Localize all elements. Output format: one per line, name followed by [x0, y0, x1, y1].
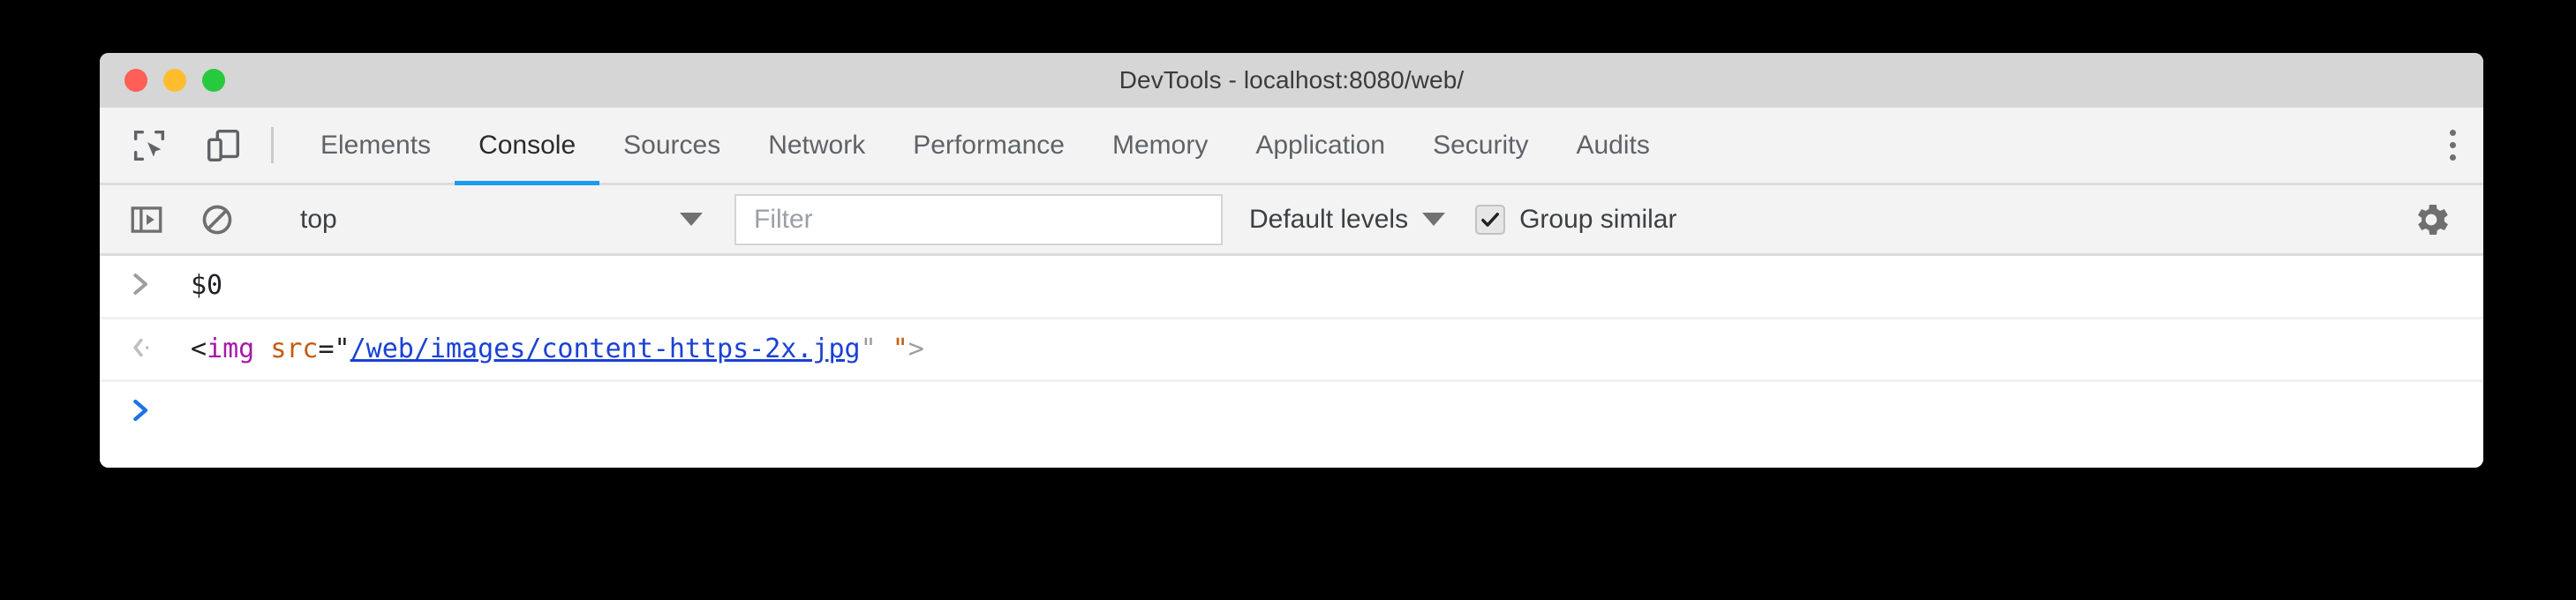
- inspect-element-icon[interactable]: [124, 121, 174, 170]
- tab-list: Elements Console Sources Network Perform…: [297, 108, 2419, 185]
- console-toolbar-icons: [124, 198, 260, 242]
- token-attr-quote: ": [892, 333, 908, 364]
- token-open-bracket: <: [191, 333, 207, 364]
- tabbar-divider: [271, 127, 274, 163]
- tabbar-right: [2419, 108, 2483, 183]
- console-result-arrow-icon: [100, 332, 167, 361]
- console-prompt-icon: [100, 268, 167, 297]
- tab-network[interactable]: Network: [744, 108, 889, 183]
- group-similar-toggle[interactable]: Group similar: [1475, 204, 1677, 235]
- token-attr-name: src: [270, 333, 319, 364]
- tab-label: Audits: [1576, 130, 1650, 160]
- console-input-text: $0: [191, 270, 223, 301]
- tab-application[interactable]: Application: [1232, 108, 1409, 183]
- console-output[interactable]: $0 <img src="/web/images/content-https-2…: [100, 256, 2483, 468]
- resource-link[interactable]: /web/images/content-https-2x.jpg: [350, 334, 861, 364]
- minimize-button[interactable]: [163, 69, 186, 92]
- console-result-text: <img src="/web/images/content-https-2x.j…: [167, 332, 924, 368]
- chevron-down-icon: [680, 213, 703, 226]
- console-new-prompt-line[interactable]: [100, 382, 2483, 442]
- group-similar-label: Group similar: [1519, 204, 1677, 234]
- gear-icon[interactable]: [2402, 191, 2460, 249]
- traffic-lights: [124, 69, 225, 92]
- tab-label: Memory: [1111, 130, 1209, 160]
- execution-context-value: top: [300, 204, 337, 234]
- tab-label: Performance: [913, 130, 1065, 160]
- search-input[interactable]: [754, 204, 1203, 235]
- tab-audits[interactable]: Audits: [1552, 108, 1673, 183]
- zoom-button[interactable]: [202, 69, 225, 92]
- console-result-line[interactable]: <img src="/web/images/content-https-2x.j…: [100, 319, 2483, 382]
- window-title: DevTools - localhost:8080/web/: [1119, 66, 1465, 94]
- tab-security[interactable]: Security: [1409, 108, 1552, 183]
- device-toolbar-icon[interactable]: [199, 121, 248, 170]
- tab-label: Elements: [320, 130, 432, 160]
- console-sidebar-icon[interactable]: [124, 198, 169, 242]
- token-tag-name: img: [207, 333, 255, 364]
- tab-elements[interactable]: Elements: [297, 108, 455, 183]
- token-equals-quote: =": [318, 333, 350, 364]
- console-toolbar: top Default levels Group similar: [100, 185, 2483, 256]
- tab-label: Sources: [623, 130, 721, 160]
- tab-label: Security: [1433, 130, 1529, 160]
- checkbox-icon[interactable]: [1475, 204, 1506, 235]
- tab-performance[interactable]: Performance: [889, 108, 1088, 183]
- more-vertical-icon[interactable]: [2422, 107, 2483, 184]
- tab-label: Application: [1255, 130, 1386, 160]
- close-button[interactable]: [124, 69, 147, 92]
- tabbar-tools: [124, 108, 271, 183]
- tab-memory[interactable]: Memory: [1088, 108, 1232, 183]
- token-close-quote: ": [860, 333, 877, 364]
- tab-label: Network: [768, 130, 866, 160]
- tab-console[interactable]: Console: [455, 108, 600, 185]
- window-titlebar: DevTools - localhost:8080/web/: [100, 53, 2483, 108]
- execution-context-select[interactable]: top: [286, 194, 719, 245]
- console-filter[interactable]: [734, 193, 1223, 245]
- tab-label: Console: [478, 130, 576, 160]
- log-levels-label: Default levels: [1249, 204, 1409, 234]
- screenshot-root: DevTools - localhost:8080/web/ Elements …: [0, 0, 2576, 600]
- console-input-line[interactable]: $0: [100, 256, 2483, 319]
- devtools-tabbar: Elements Console Sources Network Perform…: [100, 108, 2483, 185]
- clear-console-icon[interactable]: [195, 198, 239, 242]
- token-space-2: [877, 334, 893, 364]
- devtools-window: DevTools - localhost:8080/web/ Elements …: [100, 53, 2483, 468]
- tab-sources[interactable]: Sources: [599, 108, 744, 183]
- log-levels-select[interactable]: Default levels: [1249, 204, 1446, 235]
- console-active-prompt-icon: [100, 394, 167, 424]
- token-close-bracket: >: [908, 333, 924, 364]
- chevron-down-icon: [1422, 213, 1446, 226]
